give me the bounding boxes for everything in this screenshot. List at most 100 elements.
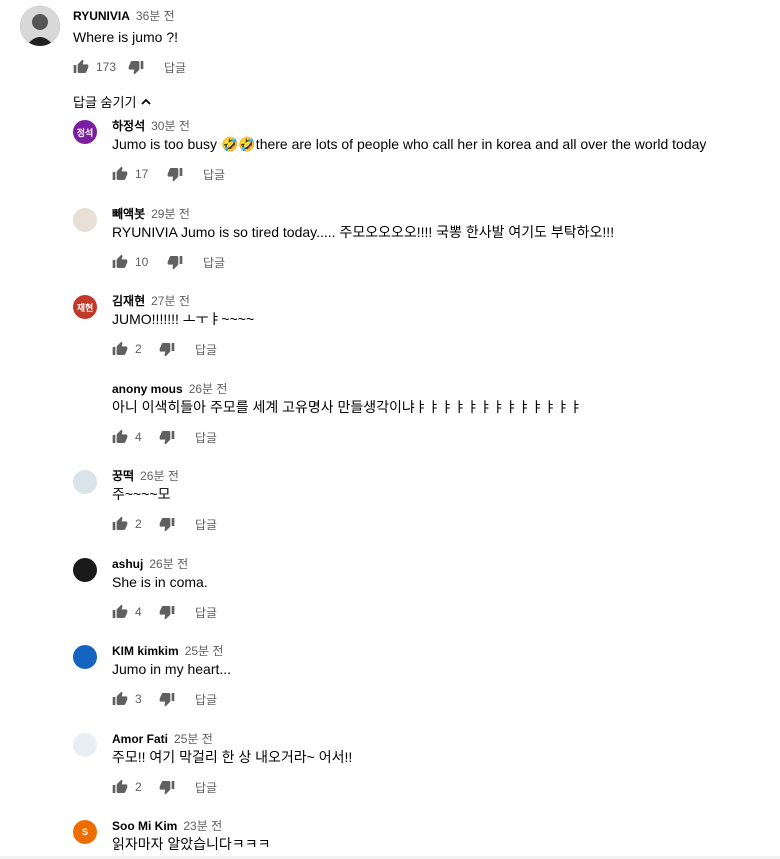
author-name[interactable]: Amor Fati <box>112 732 168 746</box>
comment-header: Amor Fati 25분 전 <box>112 731 213 747</box>
like-count: 3 <box>135 692 142 706</box>
thumb-down-icon[interactable] <box>159 341 175 357</box>
comment-actions: 2 답글 <box>112 514 217 534</box>
like-count: 2 <box>135 780 142 794</box>
comment-text: RYUNIVIA Jumo is so tired today..... 주모오… <box>112 224 615 240</box>
comment-header: 빼액봇 29분 전 <box>112 206 190 222</box>
comment-header: 하정석 30분 전 <box>112 118 190 134</box>
timestamp[interactable]: 23분 전 <box>183 819 222 833</box>
like-count: 10 <box>135 255 149 269</box>
thumb-up-icon[interactable] <box>112 254 128 270</box>
author-name[interactable]: 김재현 <box>112 294 145 308</box>
avatar[interactable] <box>73 208 97 232</box>
avatar[interactable] <box>73 470 97 494</box>
comment-header: KIM kimkim 25분 전 <box>112 643 223 659</box>
timestamp[interactable]: 25분 전 <box>174 732 213 746</box>
reply-button[interactable]: 답글 <box>195 691 217 708</box>
reply-button[interactable]: 답글 <box>203 254 225 271</box>
avatar[interactable]: 재현 <box>73 295 97 319</box>
avatar[interactable] <box>73 383 97 407</box>
comment-text: Jumo is too busy 🤣🤣there are lots of peo… <box>112 136 707 152</box>
timestamp[interactable]: 26분 전 <box>140 469 179 483</box>
comment-actions: 2 답글 <box>112 339 217 359</box>
chevron-up-icon <box>141 98 152 105</box>
thumb-down-icon[interactable] <box>159 516 175 532</box>
like-count: 4 <box>135 605 142 619</box>
timestamp[interactable]: 25분 전 <box>185 644 224 658</box>
comment-text: Where is jumo ?! <box>73 29 179 45</box>
hide-replies-button[interactable]: 답글 숨기기 <box>73 92 152 111</box>
author-name[interactable]: Soo Mi Kim <box>112 819 177 833</box>
comment-text: 읽자마자 알았습니다ㅋㅋㅋ <box>112 836 271 852</box>
thumb-up-icon[interactable] <box>112 779 128 795</box>
reply-button[interactable]: 답글 <box>195 341 217 358</box>
author-name[interactable]: 빼액봇 <box>112 207 145 221</box>
comment-header: ashuj 26분 전 <box>112 556 188 572</box>
comment-actions: 4 답글 <box>112 602 217 622</box>
timestamp[interactable]: 30분 전 <box>151 119 190 133</box>
avatar[interactable] <box>73 645 97 669</box>
avatar-initials: 정석 <box>76 127 94 138</box>
thumb-down-icon[interactable] <box>128 59 144 75</box>
thumb-down-icon[interactable] <box>167 166 183 182</box>
timestamp[interactable]: 26분 전 <box>189 382 228 396</box>
comment-actions: 3 답글 <box>112 689 217 709</box>
thumb-up-icon[interactable] <box>112 429 128 445</box>
comment-text: 주~~~~모 <box>112 486 171 502</box>
comment-text: She is in coma. <box>112 574 208 590</box>
reply-button[interactable]: 답글 <box>203 166 225 183</box>
timestamp[interactable]: 26분 전 <box>149 557 188 571</box>
comment-header: anony mous 26분 전 <box>112 381 227 397</box>
thumb-up-icon[interactable] <box>112 341 128 357</box>
thumb-up-icon[interactable] <box>112 604 128 620</box>
author-name[interactable]: KIM kimkim <box>112 644 179 658</box>
thumb-down-icon[interactable] <box>159 691 175 707</box>
reply-button[interactable]: 답글 <box>195 779 217 796</box>
reply-button[interactable]: 답글 <box>195 604 217 621</box>
thumb-up-icon[interactable] <box>112 516 128 532</box>
thumb-down-icon[interactable] <box>159 779 175 795</box>
author-name[interactable]: ashuj <box>112 557 143 571</box>
comment-text: 아니 이색히들아 주모를 세계 고유명사 만들생각이냐ㅑㅑㅑㅑㅑㅑㅑㅑㅑㅑㅑㅑㅑ <box>112 399 583 415</box>
reply-button[interactable]: 답글 <box>195 429 217 446</box>
like-count: 4 <box>135 430 142 444</box>
comment-text: 주모!! 여기 막걸리 한 상 내오거라~ 어서!! <box>112 749 353 765</box>
like-count: 17 <box>135 167 149 181</box>
author-name[interactable]: 꿍떡 <box>112 469 134 483</box>
avatar[interactable] <box>20 6 60 46</box>
like-count: 173 <box>96 60 117 74</box>
thumb-up-icon[interactable] <box>73 59 89 75</box>
comment-actions: 4 답글 <box>112 427 217 447</box>
reply-button[interactable]: 답글 <box>195 516 217 533</box>
comment-text: JUMO!!!!!!! ㅗㅜㅑ~~~~ <box>112 311 255 327</box>
avatar-initials: 재현 <box>76 302 94 313</box>
thumb-up-icon[interactable] <box>112 691 128 707</box>
comment-header: 꿍떡 26분 전 <box>112 468 179 484</box>
hide-replies-label: 답글 숨기기 <box>73 95 137 110</box>
thumb-up-icon[interactable] <box>112 166 128 182</box>
author-name[interactable]: anony mous <box>112 382 183 396</box>
comment-actions: 17 답글 <box>112 164 225 184</box>
reply-button[interactable]: 답글 <box>164 59 186 76</box>
timestamp[interactable]: 29분 전 <box>151 207 190 221</box>
comment-header: Soo Mi Kim 23분 전 <box>112 818 222 834</box>
thumb-down-icon[interactable] <box>159 604 175 620</box>
timestamp[interactable]: 27분 전 <box>151 294 190 308</box>
author-name[interactable]: RYUNIVIA <box>73 9 130 23</box>
thumb-down-icon[interactable] <box>167 254 183 270</box>
author-name[interactable]: 하정석 <box>112 119 145 133</box>
like-count: 2 <box>135 517 142 531</box>
avatar[interactable]: S <box>73 820 97 844</box>
avatar[interactable]: 정석 <box>73 120 97 144</box>
comment-header: 김재현 27분 전 <box>112 293 190 309</box>
avatar-initials: S <box>81 827 88 837</box>
thumb-down-icon[interactable] <box>159 429 175 445</box>
avatar[interactable] <box>73 733 97 757</box>
comment-actions: 10 답글 <box>112 252 225 272</box>
timestamp[interactable]: 36분 전 <box>136 9 175 23</box>
like-count: 2 <box>135 342 142 356</box>
avatar[interactable] <box>73 558 97 582</box>
comment-actions: 2 답글 <box>112 777 217 797</box>
comment-actions: 173 답글 <box>73 57 186 77</box>
comment-text: Jumo in my heart... <box>112 661 232 677</box>
